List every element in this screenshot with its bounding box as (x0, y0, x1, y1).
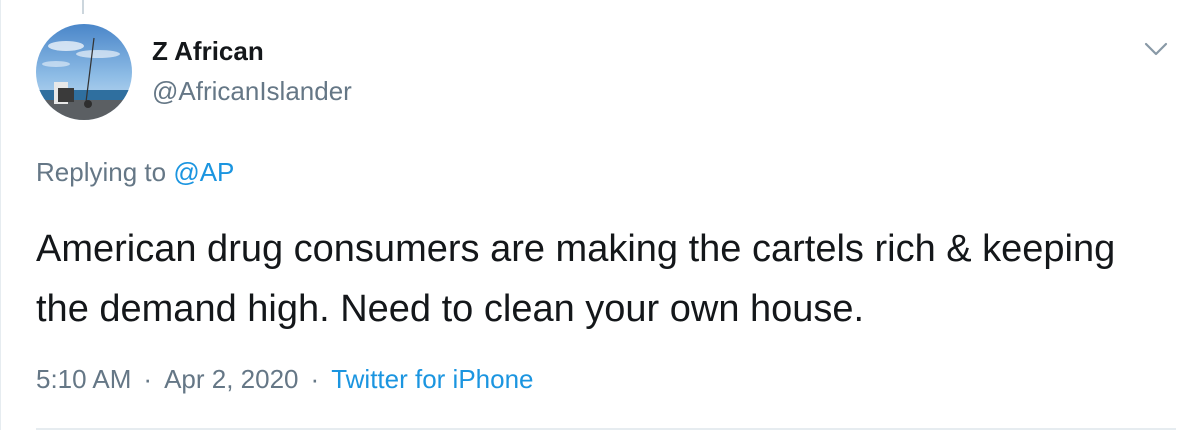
tweet-time[interactable]: 5:10 AM (36, 364, 131, 394)
author-handle[interactable]: @AfricanIslander (152, 76, 352, 107)
meta-separator: · (310, 364, 320, 394)
avatar[interactable] (36, 24, 132, 120)
tweet-meta: 5:10 AM · Apr 2, 2020 · Twitter for iPhone (36, 364, 534, 395)
tweet-date[interactable]: Apr 2, 2020 (164, 364, 298, 394)
thread-line (82, 0, 84, 14)
replying-prefix: Replying to (36, 157, 167, 187)
tweet-source-link[interactable]: Twitter for iPhone (331, 364, 533, 394)
tweet-text: American drug consumers are making the c… (36, 228, 1116, 330)
author-name[interactable]: Z African (152, 36, 264, 67)
tweet-card: Z African @AfricanIslander Replying to @… (0, 0, 1202, 430)
replying-to: Replying to @AP (36, 157, 234, 188)
meta-separator: · (143, 364, 153, 394)
card-border (0, 0, 1, 430)
reply-mention-link[interactable]: @AP (173, 157, 234, 187)
chevron-down-icon[interactable] (1142, 38, 1170, 60)
